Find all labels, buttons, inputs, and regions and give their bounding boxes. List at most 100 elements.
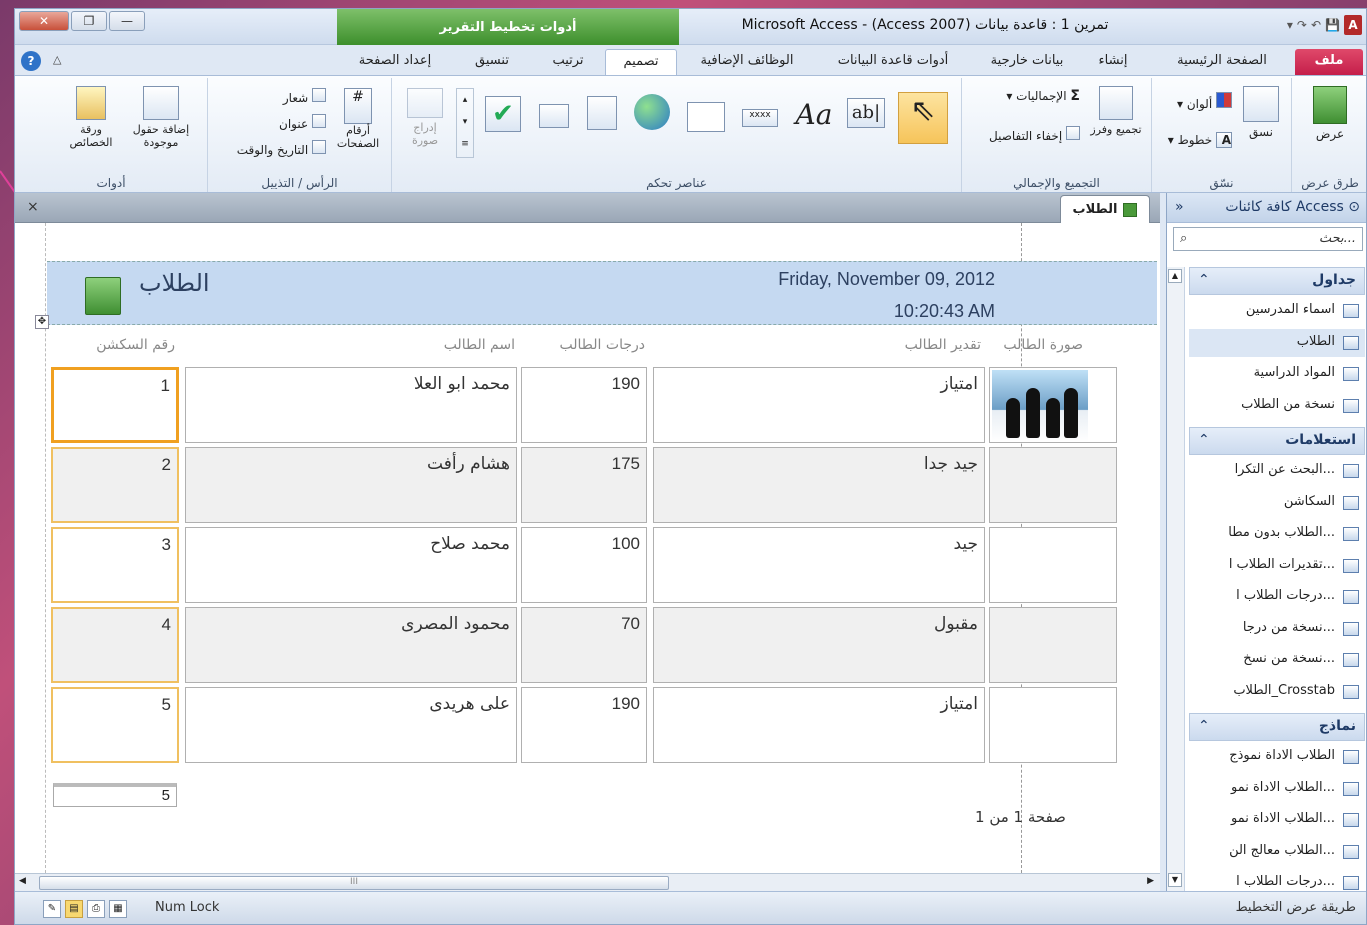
tab-arrange[interactable]: ترتيب xyxy=(535,49,601,75)
tab-control[interactable] xyxy=(684,102,728,135)
cell-score[interactable]: 100 xyxy=(521,527,647,603)
controls-gallery-scroll[interactable]: ▴ ▾ ≡ xyxy=(456,88,474,158)
cell-section[interactable]: 1 xyxy=(51,367,179,443)
redo-icon[interactable]: ↷ xyxy=(1297,18,1307,32)
cell-section[interactable]: 3 xyxy=(51,527,179,603)
nav-item[interactable]: الطلاب بدون مطا... xyxy=(1189,520,1365,548)
record-count-total[interactable]: 5 xyxy=(53,783,177,807)
totals-button[interactable]: ▾ الإجماليات Σ xyxy=(970,88,1080,104)
logo-button[interactable]: شعار xyxy=(216,88,326,105)
tab-page-setup[interactable]: إعداد الصفحة xyxy=(345,49,445,75)
tab-database-tools[interactable]: أدوات قاعدة البيانات xyxy=(823,49,963,75)
cell-student-name[interactable]: على هريدى xyxy=(185,687,517,763)
design-view-icon[interactable]: ✎ xyxy=(43,900,61,918)
title-button[interactable]: عنوان xyxy=(216,114,326,131)
collapse-chevron-icon[interactable]: ⌃ xyxy=(1198,432,1210,448)
nav-item[interactable]: الطلاب xyxy=(1189,328,1365,357)
tab-file[interactable]: ملف xyxy=(1295,49,1363,75)
cell-section[interactable]: 4 xyxy=(51,607,179,683)
customize-qat-icon[interactable]: ▾ xyxy=(1287,18,1293,32)
nav-item[interactable]: الطلاب الاداة نموذج xyxy=(1189,743,1365,771)
cell-grade[interactable]: امتياز xyxy=(653,367,985,443)
column-header-name[interactable]: اسم الطالب xyxy=(185,337,515,353)
report-date[interactable]: Friday, November 09, 2012 xyxy=(735,269,995,290)
cell-student-name[interactable]: محمد صلاح xyxy=(185,527,517,603)
cell-score[interactable]: 190 xyxy=(521,687,647,763)
tab-create[interactable]: إنشاء xyxy=(1085,49,1141,75)
cell-grade[interactable]: جيد جدا xyxy=(653,447,985,523)
nav-scroll-down-icon[interactable]: ▼ xyxy=(1168,873,1182,887)
tab-design[interactable]: تصميم xyxy=(605,49,677,75)
nav-item[interactable]: الطلاب الاداة نمو... xyxy=(1189,775,1365,803)
themes-button[interactable]: نسق xyxy=(1238,86,1284,139)
nav-section-header[interactable]: ⌃ نماذج xyxy=(1189,713,1365,741)
tab-home[interactable]: الصفحة الرئيسية xyxy=(1157,49,1287,75)
scroll-right-icon[interactable]: ▶ xyxy=(1147,876,1154,886)
minimize-ribbon-icon[interactable]: △ xyxy=(53,53,61,66)
collapse-chevron-icon[interactable]: ⌃ xyxy=(1198,718,1210,734)
checkbox-control[interactable]: ✔ xyxy=(480,96,526,132)
page-number-label[interactable]: صفحة 1 من 1 xyxy=(975,808,1066,826)
minimize-window-button[interactable]: — xyxy=(109,11,145,31)
insert-image-button[interactable]: إدراج صورة xyxy=(402,88,448,147)
cell-student-name[interactable]: هشام رأفت xyxy=(185,447,517,523)
button-control[interactable]: xxxx xyxy=(738,106,782,127)
tab-add-ins[interactable]: الوظائف الإضافية xyxy=(687,49,807,75)
nav-vertical-scrollbar[interactable]: ▲ ▼ xyxy=(1167,267,1185,891)
report-time[interactable]: 10:20:43 AM xyxy=(735,301,995,322)
view-button[interactable]: عرض xyxy=(1300,86,1360,141)
column-header-section[interactable]: رقم السكشن xyxy=(55,337,175,353)
cell-grade[interactable]: مقبول xyxy=(653,607,985,683)
cell-photo[interactable] xyxy=(989,527,1117,603)
column-header-photo[interactable]: صورة الطالب xyxy=(991,337,1083,353)
fonts-button[interactable]: ▾ خطوط A xyxy=(1156,132,1232,148)
close-document-button[interactable]: × xyxy=(27,199,39,215)
cell-photo[interactable] xyxy=(989,367,1117,443)
help-icon[interactable]: ? xyxy=(21,51,41,71)
collapse-chevron-icon[interactable]: ⌃ xyxy=(1198,272,1210,288)
hide-details-button[interactable]: إخفاء التفاصيل xyxy=(970,126,1080,143)
nav-item[interactable]: درجات الطلاب ا... xyxy=(1189,583,1365,611)
cell-grade[interactable]: امتياز xyxy=(653,687,985,763)
combobox-control[interactable] xyxy=(582,96,622,133)
horizontal-scrollbar[interactable]: ◀ III ▶ xyxy=(15,873,1160,891)
nav-item[interactable]: البحث عن التكرا... xyxy=(1189,457,1365,485)
column-header-grade[interactable]: تقدير الطالب xyxy=(653,337,981,353)
label-control[interactable]: Aa xyxy=(792,98,836,131)
listbox-control[interactable] xyxy=(534,104,574,131)
nav-dropdown-icon[interactable]: ⊙ xyxy=(1348,199,1360,215)
cell-photo[interactable] xyxy=(989,687,1117,763)
tab-format[interactable]: تنسيق xyxy=(455,49,529,75)
nav-scroll-up-icon[interactable]: ▲ xyxy=(1168,269,1182,283)
column-header-score[interactable]: درجات الطالب xyxy=(521,337,645,353)
cell-score[interactable]: 70 xyxy=(521,607,647,683)
nav-item[interactable]: نسخة من الطلاب xyxy=(1189,392,1365,420)
cell-score[interactable]: 175 xyxy=(521,447,647,523)
layout-move-handle[interactable]: ✥ xyxy=(35,315,49,329)
nav-item[interactable]: نسخة من درجا... xyxy=(1189,615,1365,643)
report-view-icon[interactable]: ▦ xyxy=(109,900,127,918)
cell-photo[interactable] xyxy=(989,607,1117,683)
document-tab-students[interactable]: الطلاب xyxy=(1060,195,1150,223)
nav-search-input[interactable]: ⌕ بحث... xyxy=(1173,227,1363,251)
horizontal-scroll-thumb[interactable]: III xyxy=(39,876,669,890)
nav-item[interactable]: تقديرات الطلاب ا... xyxy=(1189,552,1365,580)
hyperlink-control[interactable] xyxy=(630,94,674,133)
save-icon[interactable]: 💾 xyxy=(1325,18,1340,32)
nav-item[interactable]: المواد الدراسية xyxy=(1189,360,1365,388)
nav-item[interactable]: السكاشن xyxy=(1189,489,1365,517)
cell-section[interactable]: 5 xyxy=(51,687,179,763)
nav-item[interactable]: اسماء المدرسين xyxy=(1189,297,1365,325)
cell-student-name[interactable]: محمد ابو العلا xyxy=(185,367,517,443)
scroll-left-icon[interactable]: ◀ xyxy=(19,876,26,886)
colors-button[interactable]: ▾ ألوان xyxy=(1156,92,1232,111)
nav-pane-header[interactable]: » كافة كائنات Access ⊙ xyxy=(1167,193,1366,223)
nav-item[interactable]: الطلاب معالج الن... xyxy=(1189,838,1365,866)
date-time-button[interactable]: التاريخ والوقت xyxy=(216,140,326,157)
cell-student-name[interactable]: محمود المصرى xyxy=(185,607,517,683)
add-existing-fields-button[interactable]: إضافة حقول موجودة xyxy=(123,86,199,149)
nav-section-header[interactable]: ⌃ جداول xyxy=(1189,267,1365,295)
cell-grade[interactable]: جيد xyxy=(653,527,985,603)
group-sort-button[interactable]: تجميع وفرز xyxy=(1088,86,1144,136)
undo-icon[interactable]: ↶ xyxy=(1311,18,1321,32)
